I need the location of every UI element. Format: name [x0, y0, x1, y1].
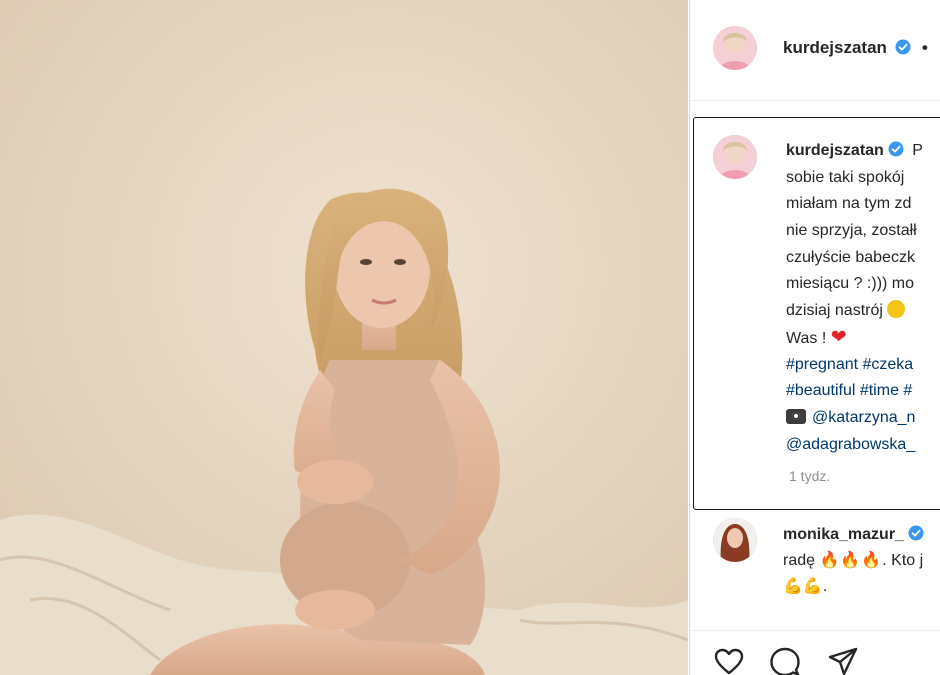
header-separator: •: [921, 38, 928, 57]
caption-line-1: kurdejszatan P: [786, 138, 940, 165]
post-photo[interactable]: [0, 0, 688, 675]
mention-link[interactable]: @katarzyna_n: [812, 409, 915, 426]
caption-text: kurdejszatan P sobie taki spokój miałam …: [786, 138, 940, 458]
header-username[interactable]: kurdejszatan: [783, 38, 887, 57]
heart-outline-icon[interactable]: [714, 647, 744, 675]
caption-text-start: P: [912, 142, 923, 159]
header-divider: [690, 100, 940, 101]
camera-emoji-icon: [786, 408, 806, 424]
red-heart-emoji-icon: ❤: [830, 326, 847, 348]
verified-badge-icon: [888, 140, 904, 157]
caption-line-7-text: dzisiaj nastrój: [786, 302, 883, 320]
comment-line-2-start: radę: [783, 552, 816, 569]
caption-line-8: Was ! ❤: [786, 325, 940, 352]
post-details-panel: kurdejszatan • kurdejszatan P sobie taki…: [689, 0, 940, 675]
caption-block: kurdejszatan P sobie taki spokój miałam …: [693, 117, 940, 510]
caption-line-2: sobie taki spokój: [786, 168, 905, 186]
flexed-biceps-emoji-icon: 💪💪: [783, 578, 823, 595]
caption-line-6: miesiącu ? :))) mo: [786, 275, 915, 293]
comment-text: monika_mazur_ radę 🔥🔥🔥. Kto j 💪💪.: [783, 522, 924, 600]
comment-line-3: 💪💪.: [783, 574, 924, 600]
verified-badge-icon: [908, 524, 924, 541]
caption-mentions-1: @katarzyna_n: [786, 405, 940, 432]
caption-username[interactable]: kurdejszatan: [786, 142, 884, 159]
photo-illustration: [0, 0, 688, 675]
caption-line-4: nie sprzyja, zostałł: [786, 222, 917, 240]
comment-line-2: radę 🔥🔥🔥. Kto j: [783, 548, 924, 574]
commenter-avatar[interactable]: [713, 518, 757, 562]
post-header: kurdejszatan •: [713, 26, 940, 72]
caption-author-avatar[interactable]: [713, 135, 757, 179]
comment-line-1: monika_mazur_: [783, 522, 924, 548]
laughing-emoji-icon: [887, 300, 906, 319]
verified-badge-icon: [895, 39, 911, 55]
caption-hashtags-1: #pregnant #czeka: [786, 352, 940, 379]
comment-line-2-end: . Kto j: [882, 552, 924, 569]
hashtag-link[interactable]: #beautiful #time #: [786, 382, 912, 399]
post-timestamp[interactable]: 1 tydz.: [789, 468, 830, 484]
paper-plane-icon[interactable]: [828, 647, 858, 675]
caption-mentions-2: @adagrabowska_: [786, 432, 940, 459]
header-username-group: kurdejszatan •: [783, 38, 928, 58]
hashtag-link[interactable]: #pregnant #czeka: [786, 356, 913, 373]
mention-link[interactable]: @adagrabowska_: [786, 436, 915, 453]
post-action-bar: [690, 630, 940, 675]
caption-line-8-text: Was !: [786, 329, 827, 347]
fire-emoji-icon: 🔥🔥🔥: [819, 552, 883, 569]
caption-line-5: czułyście babeczk: [786, 248, 915, 266]
caption-line-3: miałam na tym zd: [786, 195, 912, 213]
commenter-username[interactable]: monika_mazur_: [783, 526, 904, 543]
caption-hashtags-2: #beautiful #time #: [786, 378, 940, 405]
comment-item: monika_mazur_ radę 🔥🔥🔥. Kto j 💪💪.: [713, 518, 940, 608]
caption-line-7: dzisiaj nastrój: [786, 298, 940, 325]
author-avatar[interactable]: [713, 26, 757, 70]
comment-bubble-icon[interactable]: [770, 647, 800, 675]
comment-line-3-end: .: [822, 578, 828, 595]
